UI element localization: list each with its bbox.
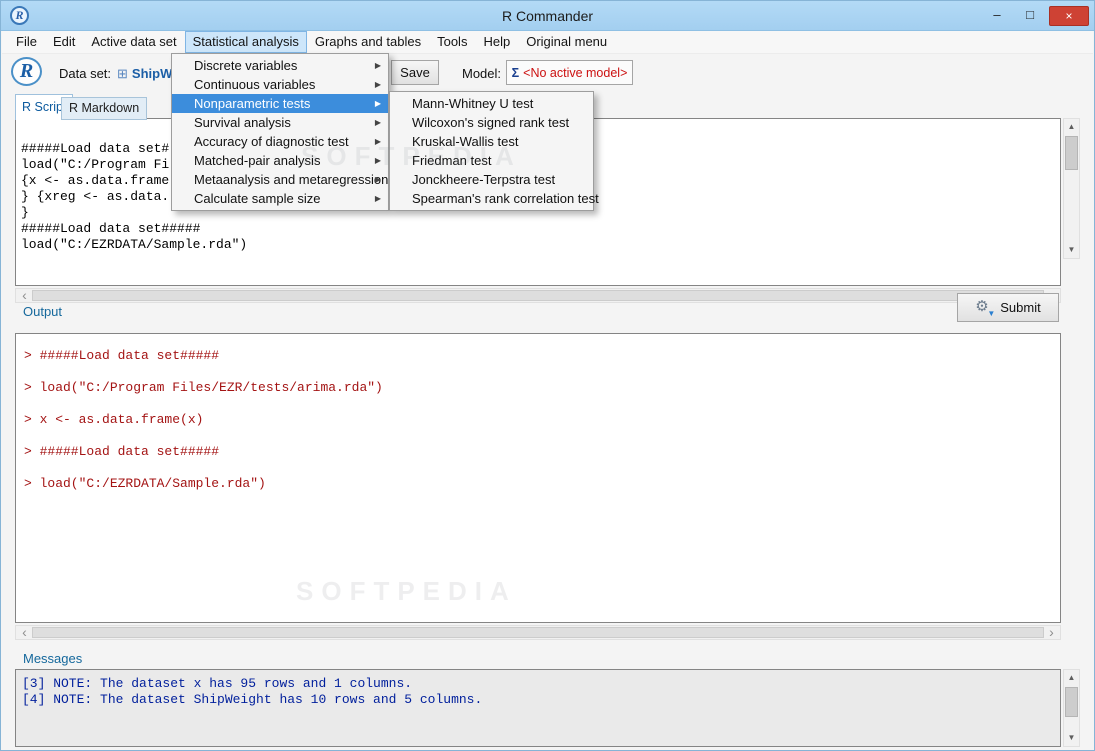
messages-vertical-scrollbar[interactable]: ▲ ▼ xyxy=(1063,669,1080,747)
menu-active-data-set[interactable]: Active data set xyxy=(83,31,184,53)
output-area[interactable]: > #####Load data set##### > load("C:/Pro… xyxy=(15,333,1061,623)
menu-item-metaanalysis-and-metaregression[interactable]: Metaanalysis and metaregression ▶ xyxy=(172,170,388,189)
rcmdr-logo-icon: R xyxy=(11,57,42,86)
scroll-down-icon[interactable]: ▼ xyxy=(1064,242,1079,258)
r-commander-window: R R Commander – □ × File Edit Active dat… xyxy=(0,0,1095,751)
scroll-up-icon[interactable]: ▲ xyxy=(1064,119,1079,135)
close-icon: × xyxy=(1065,9,1073,23)
output-horizontal-scrollbar[interactable]: ‹ › xyxy=(15,625,1061,640)
output-line: > x <- as.data.frame(x) xyxy=(24,412,204,427)
menu-item-nonparametric-tests[interactable]: Nonparametric tests ▶ xyxy=(172,94,388,113)
scrollbar-thumb[interactable] xyxy=(1065,687,1078,717)
tab-r-markdown[interactable]: R Markdown xyxy=(61,97,148,120)
menu-item-calculate-sample-size[interactable]: Calculate sample size ▶ xyxy=(172,189,388,208)
scroll-left-icon[interactable]: ‹ xyxy=(17,288,32,302)
menu-item-label: Calculate sample size xyxy=(194,191,321,206)
menu-item-wilcoxons-signed-rank-test[interactable]: Wilcoxon's signed rank test xyxy=(390,113,593,132)
menu-item-survival-analysis[interactable]: Survival analysis ▶ xyxy=(172,113,388,132)
output-label: Output xyxy=(23,304,63,319)
submenu-arrow-icon: ▶ xyxy=(374,80,381,89)
titlebar[interactable]: R R Commander – □ × xyxy=(1,1,1094,31)
menu-original-menu[interactable]: Original menu xyxy=(518,31,615,53)
submit-gear-icon: ⚙ ▼ xyxy=(975,298,996,318)
script-horizontal-scrollbar[interactable]: ‹ › xyxy=(15,288,1061,303)
output-line: > load("C:/EZRDATA/Sample.rda") xyxy=(24,476,266,491)
scroll-down-icon[interactable]: ▼ xyxy=(1064,730,1079,746)
menu-edit[interactable]: Edit xyxy=(45,31,83,53)
submenu-arrow-icon: ▶ xyxy=(374,61,381,70)
menu-item-label: Matched-pair analysis xyxy=(194,153,321,168)
scrollbar-thumb[interactable] xyxy=(1065,136,1078,170)
menubar: File Edit Active data set Statistical an… xyxy=(2,31,1093,54)
messages-label: Messages xyxy=(23,651,83,666)
submit-button[interactable]: ⚙ ▼ Submit xyxy=(957,293,1059,322)
menu-tools[interactable]: Tools xyxy=(429,31,475,53)
menu-statistical-analysis[interactable]: Statistical analysis xyxy=(184,31,307,53)
model-button[interactable]: Σ <No active model> xyxy=(506,60,633,85)
scroll-up-icon[interactable]: ▲ xyxy=(1064,670,1079,686)
dataset-button[interactable]: ⊞ ShipW xyxy=(117,62,172,85)
menu-item-label: Accuracy of diagnostic test xyxy=(194,134,349,149)
model-label: Model: xyxy=(462,66,502,81)
scrollbar-thumb[interactable] xyxy=(32,290,1044,301)
menu-item-spearmans-rank-correlation-test[interactable]: Spearman's rank correlation test xyxy=(390,189,599,208)
menu-help[interactable]: Help xyxy=(475,31,518,53)
menu-item-label: Discrete variables xyxy=(194,58,298,73)
menu-item-continuous-variables[interactable]: Continuous variables ▶ xyxy=(172,75,388,94)
menu-item-label: Nonparametric tests xyxy=(194,96,311,111)
message-line: [3] NOTE: The dataset x has 95 rows and … xyxy=(22,676,413,691)
dataset-value: ShipW xyxy=(131,66,173,81)
menu-item-mann-whitney-u-test[interactable]: Mann-Whitney U test xyxy=(390,94,593,113)
menu-file[interactable]: File xyxy=(8,31,45,53)
submenu-arrow-icon: ▶ xyxy=(374,156,381,165)
scrollbar-thumb[interactable] xyxy=(32,627,1044,638)
submenu-arrow-icon: ▶ xyxy=(374,137,381,146)
statistical-analysis-menu: Discrete variables ▶ Continuous variable… xyxy=(171,53,389,211)
minimize-icon: – xyxy=(993,7,1001,22)
script-line: load("C:/EZRDATA/Sample.rda") xyxy=(21,237,248,252)
menu-item-discrete-variables[interactable]: Discrete variables ▶ xyxy=(172,56,388,75)
menu-item-label: Metaanalysis and metaregression xyxy=(194,172,389,187)
menu-item-matched-pair-analysis[interactable]: Matched-pair analysis ▶ xyxy=(172,151,388,170)
output-line: > #####Load data set##### xyxy=(24,444,220,459)
message-line: [4] NOTE: The dataset ShipWeight has 10 … xyxy=(22,692,483,707)
minimize-button[interactable]: – xyxy=(983,6,1011,26)
maximize-icon: □ xyxy=(1026,7,1034,22)
arrow-down-icon: ▼ xyxy=(987,309,996,318)
menu-graphs-and-tables[interactable]: Graphs and tables xyxy=(307,31,429,53)
menu-item-label: Continuous variables xyxy=(194,77,316,92)
save-button[interactable]: Save xyxy=(391,60,439,85)
maximize-button[interactable]: □ xyxy=(1016,6,1044,26)
window-title: R Commander xyxy=(501,8,594,24)
model-value: <No active model> xyxy=(523,65,628,80)
script-vertical-scrollbar[interactable]: ▲ ▼ xyxy=(1063,118,1080,259)
scroll-left-icon[interactable]: ‹ xyxy=(17,625,32,639)
output-line: > #####Load data set##### xyxy=(24,348,220,363)
dataset-table-icon: ⊞ xyxy=(117,65,128,81)
dataset-label: Data set: xyxy=(59,66,112,81)
submenu-arrow-icon: ▶ xyxy=(374,194,381,203)
script-line: #####Load data set##### xyxy=(21,221,201,236)
messages-area[interactable]: [3] NOTE: The dataset x has 95 rows and … xyxy=(15,669,1061,747)
close-button[interactable]: × xyxy=(1049,6,1089,26)
menu-item-accuracy-of-diagnostic-test[interactable]: Accuracy of diagnostic test ▶ xyxy=(172,132,388,151)
menu-item-kruskal-wallis-test[interactable]: Kruskal-Wallis test xyxy=(390,132,593,151)
submit-button-label: Submit xyxy=(1000,300,1041,315)
window-controls: – □ × xyxy=(983,6,1089,26)
menu-item-label: Survival analysis xyxy=(194,115,291,130)
submenu-arrow-icon: ▶ xyxy=(374,99,381,108)
scroll-right-icon[interactable]: › xyxy=(1044,625,1059,639)
sigma-icon: Σ xyxy=(511,65,520,80)
output-line: > load("C:/Program Files/EZR/tests/arima… xyxy=(24,380,383,395)
menu-item-friedman-test[interactable]: Friedman test xyxy=(390,151,593,170)
nonparametric-tests-submenu: Mann-Whitney U test Wilcoxon's signed ra… xyxy=(389,91,599,211)
submenu-arrow-icon: ▶ xyxy=(374,175,381,184)
submenu-arrow-icon: ▶ xyxy=(374,118,381,127)
menu-item-jonckheere-terpstra-test[interactable]: Jonckheere-Terpstra test xyxy=(390,170,593,189)
